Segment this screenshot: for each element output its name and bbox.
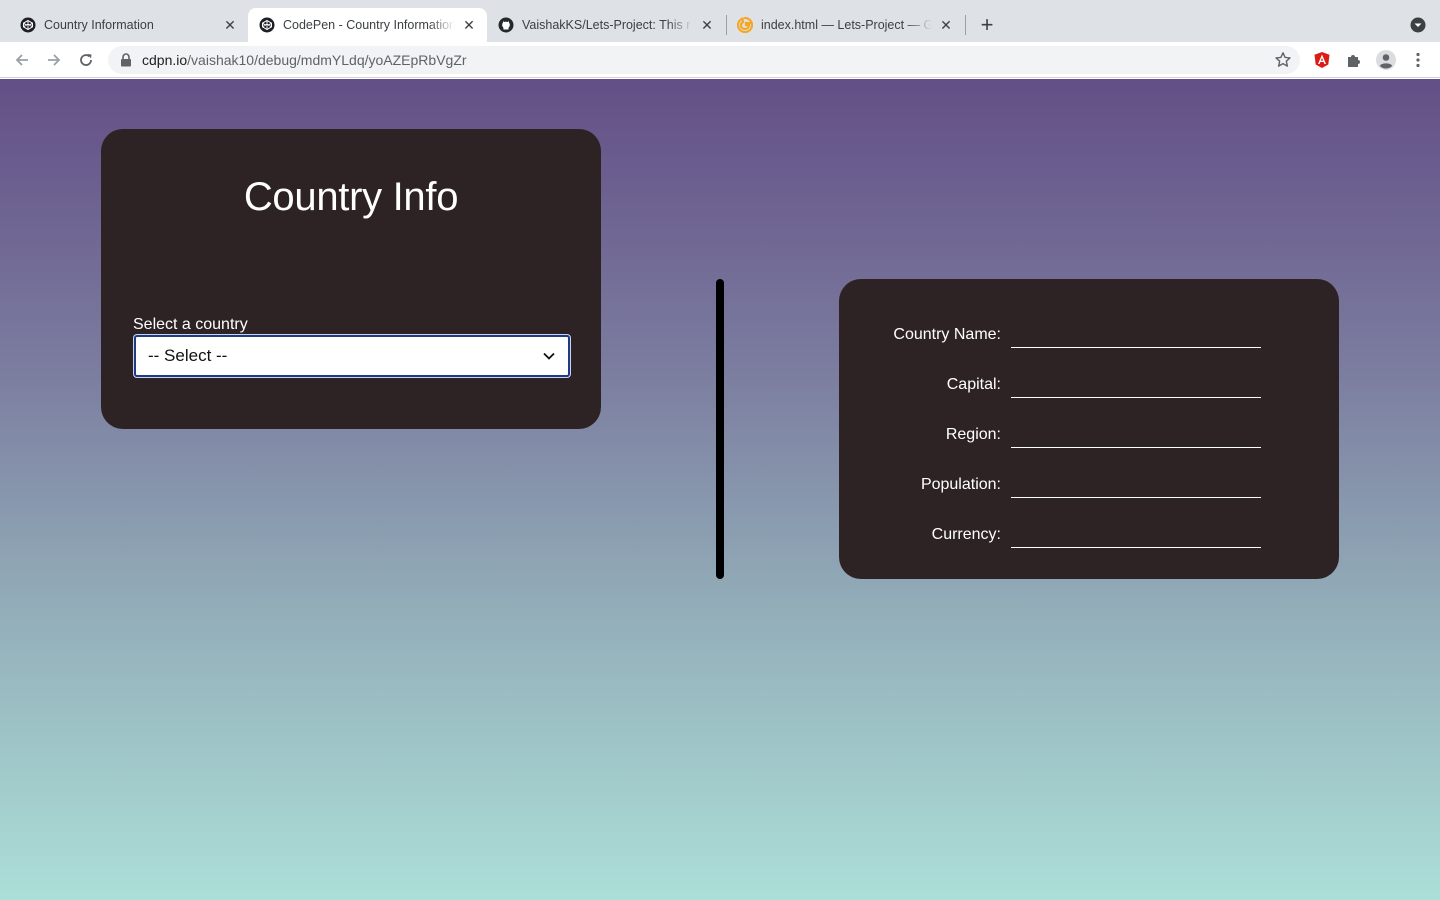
browser-menu-icon[interactable] [1408, 50, 1428, 70]
field-region: Region: [839, 409, 1339, 449]
country-details-card: Country Name: Capital: Region: Populatio… [839, 279, 1339, 579]
country-select[interactable]: -- Select -- [134, 335, 570, 377]
close-tab-icon[interactable]: ✕ [938, 17, 954, 33]
back-arrow-icon [15, 54, 28, 66]
new-tab-button[interactable]: + [975, 13, 999, 37]
region-value [1011, 447, 1261, 448]
back-button[interactable] [10, 48, 34, 72]
bookmark-star-icon[interactable] [1274, 51, 1292, 69]
tab-title: index.html — Lets-Project — G [761, 18, 932, 32]
field-capital: Capital: [839, 359, 1339, 399]
tab-title: CodePen - Country Information [283, 18, 455, 32]
angular-extension-icon[interactable] [1312, 50, 1332, 70]
vertical-divider [716, 279, 724, 579]
browser-toolbar: cdpn.io/vaishak10/debug/mdmYLdq/yoAZEpRb… [0, 42, 1440, 78]
forward-button[interactable] [42, 48, 66, 72]
country-name-value [1011, 347, 1261, 348]
tab-country-information[interactable]: Country Information ✕ [0, 8, 248, 42]
currency-label: Currency: [931, 526, 1001, 543]
capital-label: Capital: [946, 376, 1001, 393]
chevron-down-icon [543, 352, 555, 360]
tab-codepen[interactable]: CodePen - Country Information ✕ [248, 8, 487, 42]
close-tab-icon[interactable]: ✕ [699, 17, 715, 33]
glitch-icon [737, 17, 753, 33]
tab-strip: Country Information ✕ CodePen - Country … [0, 0, 1440, 42]
reload-button[interactable] [74, 48, 98, 72]
forward-arrow-icon [48, 54, 61, 66]
country-select-value: -- Select -- [148, 346, 228, 365]
population-value [1011, 497, 1261, 498]
codepen-icon [259, 17, 275, 33]
field-currency: Currency: [839, 509, 1339, 549]
tab-glitch[interactable]: index.html — Lets-Project — G ✕ [726, 8, 964, 42]
url-host: cdpn.io [142, 52, 188, 68]
reload-icon [80, 54, 92, 66]
page-viewport: Country Info Select a country -- Select … [0, 79, 1440, 900]
population-label: Population: [920, 476, 1001, 493]
url-text: cdpn.io/vaishak10/debug/mdmYLdq/yoAZEpRb… [142, 52, 467, 68]
select-country-label: Select a country [133, 316, 248, 333]
close-tab-icon[interactable]: ✕ [222, 17, 238, 33]
tab-title: Country Information [44, 18, 154, 32]
lock-icon[interactable] [120, 53, 132, 67]
tab-github[interactable]: VaishakKS/Lets-Project: This r ✕ [487, 8, 725, 42]
currency-value [1011, 547, 1261, 548]
codepen-icon [20, 17, 36, 33]
field-population: Population: [839, 459, 1339, 499]
close-tab-icon[interactable]: ✕ [461, 17, 477, 33]
tab-search-icon[interactable] [1408, 15, 1428, 35]
field-country-name: Country Name: [839, 309, 1339, 349]
country-select-card: Country Info Select a country -- Select … [101, 129, 601, 429]
tab-separator [965, 15, 966, 35]
url-path: /vaishak10/debug/mdmYLdq/yoAZEpRbVgZr [187, 52, 467, 68]
region-label: Region: [945, 426, 1001, 443]
capital-value [1011, 397, 1261, 398]
github-icon [498, 17, 514, 33]
tab-title: VaishakKS/Lets-Project: This r [522, 18, 691, 32]
address-bar[interactable]: cdpn.io/vaishak10/debug/mdmYLdq/yoAZEpRb… [108, 46, 1300, 74]
page-title: Country Info [243, 175, 459, 219]
profile-avatar-icon[interactable] [1376, 50, 1396, 70]
country-name-label: Country Name: [893, 326, 1001, 343]
extensions-puzzle-icon[interactable] [1344, 50, 1364, 70]
